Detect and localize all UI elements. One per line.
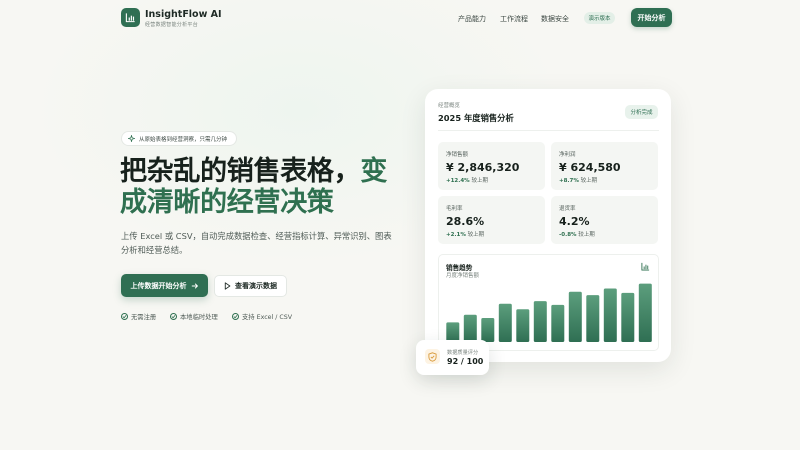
brand-name: InsightFlow AI [145, 9, 222, 20]
hero-title-dark: 把杂乱的销售表格， [120, 156, 361, 187]
hero-tag-text: 从原始表格到经营洞察，只需几分钟 [139, 136, 228, 143]
feature-label: 本地临时处理 [180, 314, 218, 321]
divider [438, 130, 659, 131]
chart-bar-10 [603, 288, 617, 342]
metric-value: ¥ 2,846,320 [446, 161, 520, 174]
chart-bar-2 [463, 314, 477, 342]
metric-value: 28.6% [446, 215, 485, 228]
bar-chart-icon [641, 262, 650, 271]
start-analysis-button[interactable]: 开始分析 [631, 8, 672, 27]
hero-description: 上传 Excel 或 CSV，自动完成数据检查、经营指标计算、异常识别、图表分析… [121, 231, 392, 255]
brand-subtitle: 经营数据智能分析平台 [145, 22, 199, 28]
metric-value: ¥ 624,580 [559, 161, 621, 174]
chart-bar-7 [551, 304, 565, 342]
hero-title-green-start: 变 [360, 156, 388, 187]
score-value: 92 / 100 [447, 357, 484, 366]
arrow-right-icon [191, 283, 198, 288]
chart-bar-11 [621, 292, 635, 342]
feature-label: 无需注册 [131, 314, 157, 321]
check-circle-icon [232, 313, 239, 320]
hero-tag: 从原始表格到经营洞察，只需几分钟 [121, 131, 237, 146]
nav-item-product[interactable]: 产品能力 [458, 14, 486, 24]
hero-title-line-1: 把杂乱的销售表格，变 [120, 156, 387, 188]
chart-bar-8 [568, 291, 582, 342]
nav-item-security[interactable]: 数据安全 [541, 14, 569, 24]
metric-card-net-sales: 净销售额 ¥ 2,846,320 +12.4% 较上期 [438, 142, 545, 190]
dashboard-title: 2025 年度销售分析 [438, 113, 514, 123]
logo[interactable] [121, 8, 140, 27]
view-demo-label: 查看演示数据 [235, 282, 277, 290]
hero-title-line-2: 成清晰的经营决策 [120, 187, 334, 218]
metric-label: 净利润 [559, 152, 576, 158]
play-icon [224, 282, 231, 290]
chart-subtitle: 月度净销售额 [446, 273, 480, 279]
sales-trend-chart [446, 283, 652, 342]
chart-bar-6 [533, 301, 547, 342]
feature-local-processing: 本地临时处理 [170, 312, 218, 321]
metric-delta: +12.4% 较上期 [446, 178, 488, 184]
chart-options-icon[interactable] [641, 262, 650, 271]
feature-label: 支持 Excel / CSV [242, 314, 293, 321]
metric-card-return-rate: 退货率 4.2% -0.8% 较上期 [551, 196, 658, 244]
dashboard-subtitle: 经营概览 [438, 103, 461, 109]
feature-file-support: 支持 Excel / CSV [232, 312, 292, 321]
bar-chart-icon [125, 13, 135, 23]
metric-delta: +8.7% 较上期 [559, 178, 598, 184]
view-demo-button[interactable]: 查看演示数据 [214, 275, 287, 297]
chart-bar-9 [586, 295, 600, 342]
chart-bar-4 [498, 303, 512, 342]
metric-label: 退货率 [559, 206, 576, 212]
metric-card-net-profit: 净利润 ¥ 624,580 +8.7% 较上期 [551, 142, 658, 190]
sparkle-icon [128, 135, 135, 142]
chart-bar-5 [516, 309, 530, 342]
upload-start-button[interactable]: 上传数据开始分析 [121, 274, 208, 297]
metric-value: 4.2% [559, 215, 590, 228]
metric-label: 净销售额 [446, 152, 469, 158]
demo-badge: 演示版本 [584, 12, 615, 24]
chart-bar-3 [481, 318, 495, 342]
shield-check-icon [425, 349, 440, 364]
score-label: 数据质量评分 [447, 350, 479, 356]
feature-no-signup: 无需注册 [121, 312, 156, 321]
check-circle-icon [170, 313, 177, 320]
status-badge: 分析完成 [625, 105, 658, 119]
nav-item-workflow[interactable]: 工作流程 [500, 14, 528, 24]
check-circle-icon [121, 313, 128, 320]
metric-delta: -0.8% 较上期 [559, 232, 595, 238]
metric-label: 毛利率 [446, 206, 463, 212]
upload-start-label: 上传数据开始分析 [130, 281, 187, 290]
metric-delta: +2.1% 较上期 [446, 232, 485, 238]
chart-bar-12 [638, 283, 652, 342]
metric-card-gross-margin: 毛利率 28.6% +2.1% 较上期 [438, 196, 545, 244]
